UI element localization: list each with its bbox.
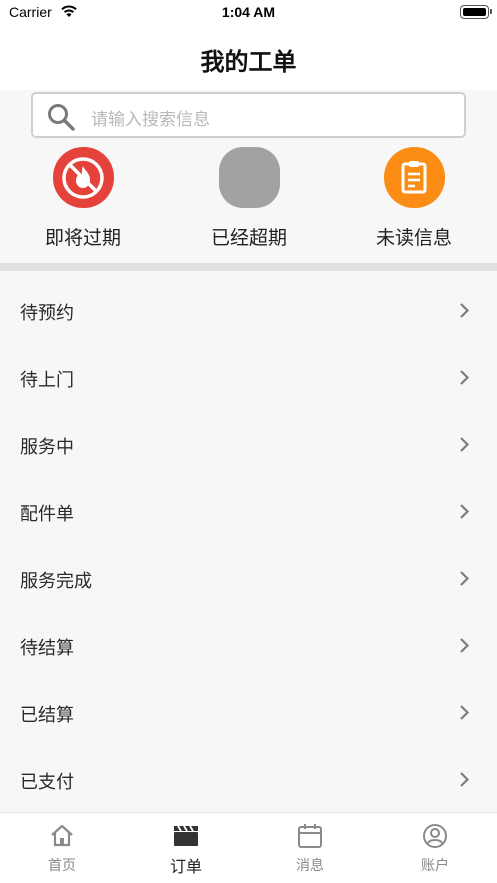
- tab-label: 账户: [421, 858, 449, 874]
- list-item-label: 服务中: [20, 437, 74, 458]
- page-title: 我的工单: [200, 48, 297, 76]
- calendar-icon: [298, 824, 322, 848]
- grey-circle-icon: [218, 147, 280, 208]
- tab-home[interactable]: 首页: [0, 813, 124, 883]
- tab-account[interactable]: 账户: [373, 813, 497, 883]
- list-item-label: 已支付: [20, 772, 74, 793]
- chevron-right-icon: [460, 437, 470, 452]
- chevron-right-icon: [460, 772, 470, 787]
- search-input[interactable]: 请输入搜索信息: [31, 92, 466, 138]
- list-item-pending-visit[interactable]: 待上门: [0, 338, 497, 405]
- quick-action-overdue[interactable]: 已经超期: [174, 147, 324, 250]
- list-item-parts-order[interactable]: 配件单: [0, 472, 497, 539]
- section-divider: [0, 263, 497, 271]
- list-item-pending-settlement[interactable]: 待结算: [0, 606, 497, 673]
- search-placeholder: 请输入搜索信息: [91, 110, 210, 130]
- document-icon: [383, 147, 445, 208]
- list-item-label: 待预约: [20, 303, 74, 324]
- quick-action-label: 未读信息: [375, 227, 452, 249]
- battery-icon: [460, 5, 492, 19]
- tab-orders[interactable]: 订单: [124, 813, 248, 883]
- tab-label: 订单: [169, 857, 202, 876]
- user-circle-icon: [423, 824, 447, 848]
- tab-messages[interactable]: 消息: [248, 813, 372, 883]
- tab-label: 首页: [48, 858, 76, 874]
- order-status-list: 待预约 待上门 服务中 配件单 服务完成 待结算 已结算 已支付: [0, 271, 497, 812]
- list-item-label: 待结算: [20, 638, 74, 659]
- chevron-right-icon: [460, 370, 470, 385]
- search-icon: [48, 104, 75, 131]
- tab-bar: 首页 订单 消息 账户: [0, 812, 497, 883]
- quick-action-unread[interactable]: 未读信息: [339, 147, 489, 250]
- chevron-right-icon: [460, 638, 470, 653]
- list-item-service-complete[interactable]: 服务完成: [0, 539, 497, 606]
- chevron-right-icon: [460, 705, 470, 720]
- list-item-label: 已结算: [20, 705, 74, 726]
- list-item-settled[interactable]: 已结算: [0, 673, 497, 740]
- tab-label: 消息: [296, 858, 324, 874]
- list-item-in-service[interactable]: 服务中: [0, 405, 497, 472]
- chevron-right-icon: [460, 571, 470, 586]
- list-item-label: 配件单: [20, 504, 74, 525]
- list-item-label: 待上门: [20, 370, 74, 391]
- top-area: 请输入搜索信息 即将过期 已经超期 未读信息: [0, 90, 497, 263]
- status-bar: Carrier 1:04 AM: [0, 0, 497, 26]
- quick-action-expiring[interactable]: 即将过期: [8, 147, 158, 250]
- list-item-pending-appointment[interactable]: 待预约: [0, 271, 497, 338]
- quick-action-label: 即将过期: [44, 227, 121, 249]
- chevron-right-icon: [460, 504, 470, 519]
- clapperboard-icon: [174, 825, 198, 846]
- nav-bar: 我的工单: [0, 26, 497, 90]
- chevron-right-icon: [460, 303, 470, 318]
- no-fire-icon: [52, 147, 114, 208]
- list-item-paid[interactable]: 已支付: [0, 740, 497, 807]
- clock-time: 1:04 AM: [221, 4, 276, 20]
- quick-action-label: 已经超期: [210, 227, 287, 249]
- list-item-label: 服务完成: [20, 571, 92, 592]
- home-icon: [51, 824, 73, 847]
